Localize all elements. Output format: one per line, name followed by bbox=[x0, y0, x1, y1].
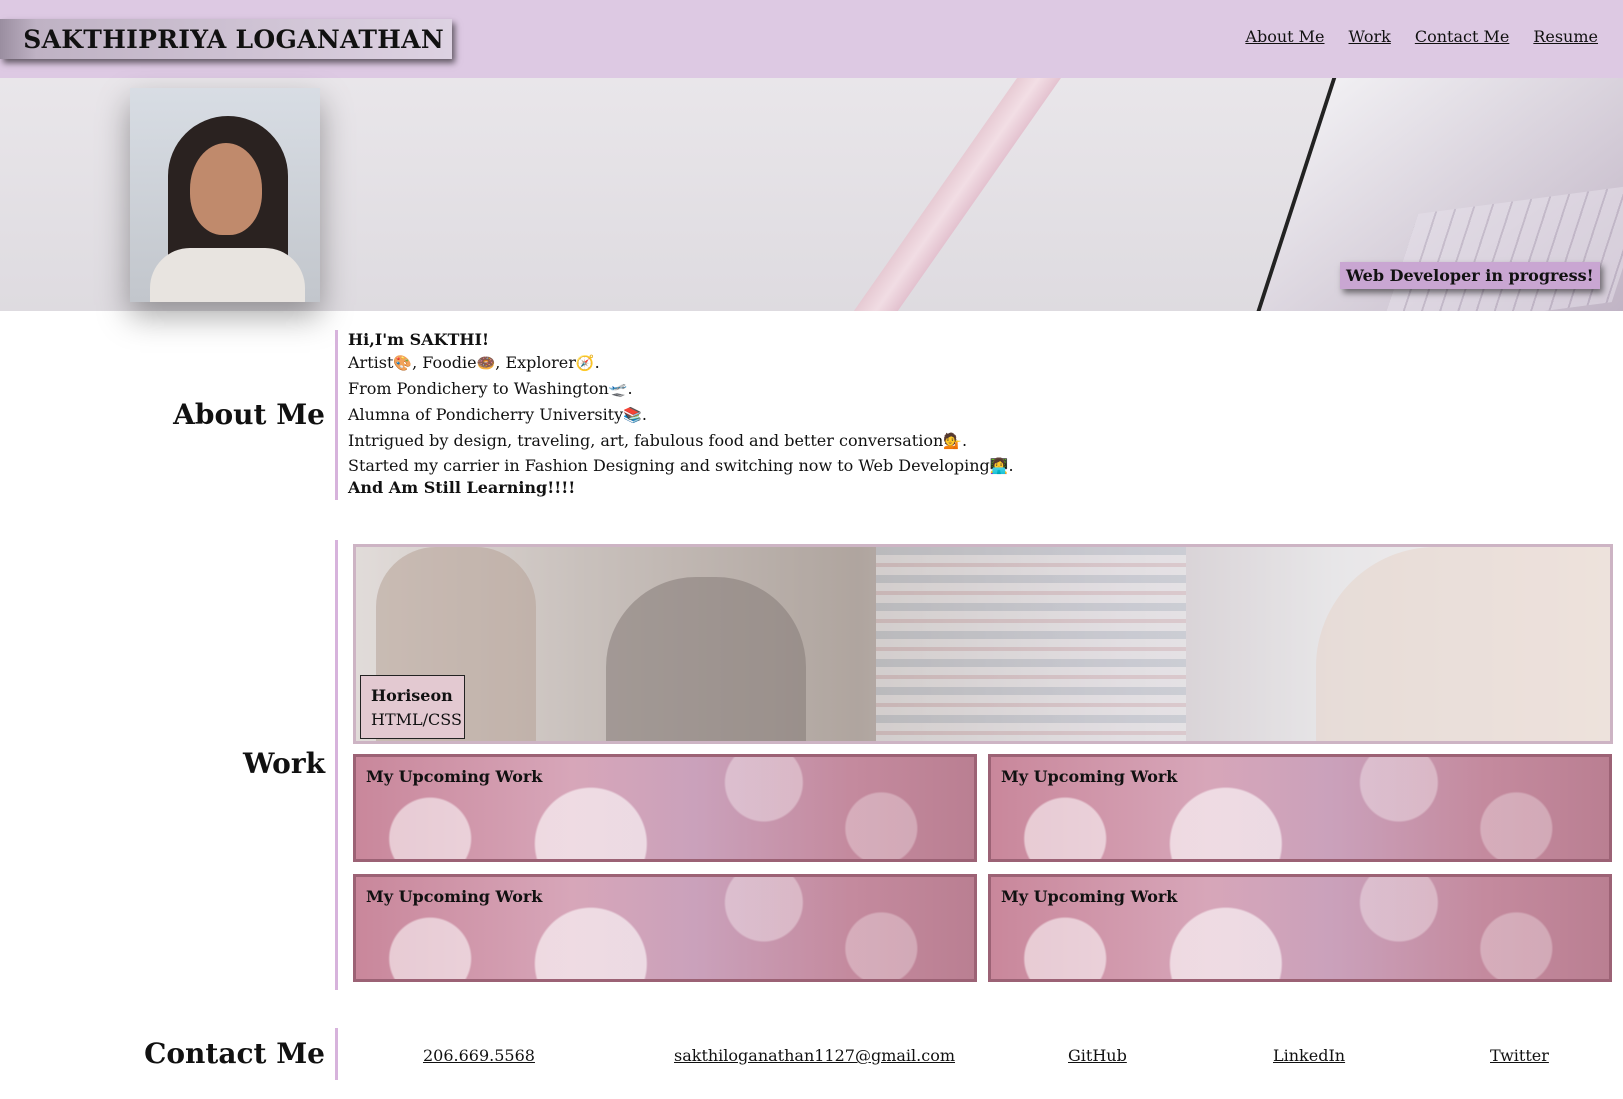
about-greeting: Hi,I'm SAKTHI! bbox=[348, 330, 490, 349]
contact-twitter-link[interactable]: Twitter bbox=[1490, 1046, 1549, 1065]
contact-phone-link[interactable]: 206.669.5568 bbox=[423, 1046, 535, 1065]
featured-work-subtitle: HTML/CSS bbox=[371, 710, 462, 729]
hero-tagline: Web Developer in progress! bbox=[1340, 262, 1600, 289]
about-line: Intrigued by design, traveling, art, fab… bbox=[348, 428, 1248, 454]
palette-icon: 🎨 bbox=[393, 354, 413, 372]
work-heading: Work bbox=[243, 747, 325, 780]
featured-work-label: Horiseon HTML/CSS bbox=[360, 675, 465, 739]
upcoming-work-title: My Upcoming Work bbox=[366, 767, 543, 786]
about-closing: And Am Still Learning!!!! bbox=[348, 478, 576, 497]
upcoming-work-card[interactable]: My Upcoming Work bbox=[988, 874, 1612, 982]
nav-work[interactable]: Work bbox=[1349, 27, 1391, 46]
site-header: SAKTHIPRIYA LOGANATHAN About Me Work Con… bbox=[0, 0, 1623, 78]
about-line: From Pondichery to Washington🛫. bbox=[348, 376, 1248, 402]
nav-about-me[interactable]: About Me bbox=[1245, 27, 1324, 46]
hero-pencil-decoration bbox=[838, 78, 1075, 311]
contact-email-link[interactable]: sakthiloganathan1127@gmail.com bbox=[674, 1046, 955, 1065]
featured-work-card[interactable]: Horiseon HTML/CSS bbox=[353, 544, 1613, 744]
upcoming-work-title: My Upcoming Work bbox=[1001, 767, 1178, 786]
about-line: Alumna of Pondicherry University📚. bbox=[348, 402, 1248, 428]
woman-technologist-icon: 👩‍💻 bbox=[989, 457, 1009, 475]
featured-work-title: Horiseon bbox=[371, 686, 453, 705]
about-heading: About Me bbox=[173, 398, 325, 431]
contact-linkedin-link[interactable]: LinkedIn bbox=[1273, 1046, 1345, 1065]
about-line: Started my carrier in Fashion Designing … bbox=[348, 454, 1248, 478]
upcoming-work-card[interactable]: My Upcoming Work bbox=[988, 754, 1612, 862]
about-content: Hi,I'm SAKTHI! Artist🎨, Foodie🍩, Explore… bbox=[348, 330, 1248, 498]
upcoming-work-card[interactable]: My Upcoming Work bbox=[353, 754, 977, 862]
contact-github-link[interactable]: GitHub bbox=[1068, 1046, 1127, 1065]
about-line: Artist🎨, Foodie🍩, Explorer🧭. bbox=[348, 350, 1248, 376]
about-divider bbox=[335, 330, 338, 500]
nav-contact-me[interactable]: Contact Me bbox=[1415, 27, 1509, 46]
airplane-icon: 🛫 bbox=[608, 380, 628, 398]
main-nav: About Me Work Contact Me Resume bbox=[1245, 27, 1598, 46]
donut-icon: 🍩 bbox=[476, 354, 496, 372]
brand-banner: SAKTHIPRIYA LOGANATHAN bbox=[0, 19, 452, 59]
profile-photo bbox=[130, 88, 320, 302]
upcoming-work-card[interactable]: My Upcoming Work bbox=[353, 874, 977, 982]
contact-links: 206.669.5568 sakthiloganathan1127@gmail.… bbox=[0, 1046, 1623, 1066]
person-tipping-hand-icon: 💁 bbox=[943, 432, 962, 450]
nav-resume[interactable]: Resume bbox=[1533, 27, 1598, 46]
work-divider bbox=[335, 540, 338, 990]
site-title: SAKTHIPRIYA LOGANATHAN bbox=[23, 24, 444, 54]
compass-icon: 🧭 bbox=[575, 354, 595, 372]
upcoming-work-title: My Upcoming Work bbox=[1001, 887, 1178, 906]
books-icon: 📚 bbox=[623, 406, 642, 424]
upcoming-work-title: My Upcoming Work bbox=[366, 887, 543, 906]
